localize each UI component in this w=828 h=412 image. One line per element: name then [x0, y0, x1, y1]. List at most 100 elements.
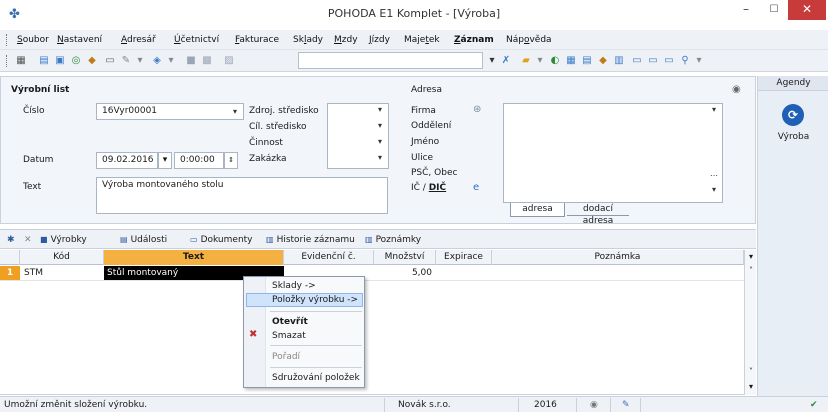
- internet-icon[interactable]: e: [473, 181, 487, 195]
- ctx-sdruzovani[interactable]: Sdružování položek: [272, 372, 360, 384]
- new-record-icon[interactable]: ▭: [103, 54, 117, 68]
- menu-nastaveni[interactable]: Nastavení: [57, 33, 102, 47]
- table-icon[interactable]: ▤: [580, 54, 594, 68]
- col-text[interactable]: Text: [104, 250, 284, 265]
- zoom-icon[interactable]: ◎: [69, 54, 83, 68]
- cell-mnozstvi[interactable]: 5,00: [374, 266, 432, 280]
- oddeleni-label: Oddělení: [411, 121, 452, 131]
- tab-dodaci-adresa[interactable]: dodací adresa: [567, 203, 629, 226]
- folder-icon[interactable]: ▰: [519, 54, 533, 68]
- agenda-item-vyroba[interactable]: Výroba: [758, 132, 828, 142]
- table-row[interactable]: 1 STM Stůl montovaný 5,00: [0, 266, 744, 281]
- dropdown-arrow-icon[interactable]: ▾: [485, 54, 499, 68]
- ctx-sklady[interactable]: Sklady ->: [272, 280, 316, 292]
- print-icon[interactable]: ▤: [37, 54, 51, 68]
- check-icon[interactable]: ✔: [810, 399, 818, 411]
- scroll-up-icon[interactable]: ˄: [746, 266, 756, 276]
- window-icon[interactable]: ▭: [630, 54, 644, 68]
- save-all-icon[interactable]: ▩: [200, 54, 214, 68]
- ctx-poradi[interactable]: Pořadí: [272, 351, 300, 363]
- ulice-label: Ulice: [411, 153, 434, 163]
- maximize-button[interactable]: ☐: [760, 1, 788, 21]
- menu-ucetnictvi[interactable]: Účetnictví: [174, 33, 219, 47]
- menu-sklady[interactable]: Sklady: [293, 33, 323, 47]
- menu-soubor[interactable]: Soubor: [17, 33, 49, 47]
- navigate-icon[interactable]: ◈: [150, 54, 164, 68]
- tab-dokumenty[interactable]: ▭ Dokumenty: [190, 234, 253, 246]
- help-icon[interactable]: ⚲: [678, 54, 692, 68]
- cell-poznamka[interactable]: [492, 266, 744, 280]
- tab-adresa[interactable]: adresa: [510, 203, 565, 217]
- menu-adresar[interactable]: Adresář: [121, 33, 156, 47]
- time-field[interactable]: 0:00:00: [174, 152, 224, 169]
- ctx-smazat[interactable]: Smazat: [272, 330, 306, 342]
- ellipsis-icon[interactable]: …: [709, 169, 719, 179]
- tab-udalosti[interactable]: ▤ Události: [120, 234, 167, 246]
- menu-fakturace[interactable]: Fakturace: [235, 33, 279, 47]
- toolbar-icon[interactable]: ▦: [14, 54, 28, 68]
- tab-poznamky[interactable]: ▥ Poznámky: [365, 234, 421, 246]
- tab-historie[interactable]: ▥ Historie záznamu: [266, 234, 355, 246]
- print-preview-icon[interactable]: ▣: [53, 54, 67, 68]
- time-spinner[interactable]: ⇕: [224, 152, 238, 169]
- filter-icon[interactable]: ✕: [24, 234, 32, 246]
- column-chooser-icon[interactable]: ▾: [746, 251, 756, 263]
- cislo-field[interactable]: 16Vyr00001: [96, 103, 244, 120]
- edit-icon[interactable]: ✎: [119, 54, 133, 68]
- minimize-button[interactable]: –: [732, 1, 760, 21]
- address-book-icon[interactable]: ⊛: [473, 103, 487, 117]
- report-icon[interactable]: ▥: [612, 54, 626, 68]
- save-icon[interactable]: ■: [184, 54, 198, 68]
- menu-jizdy[interactable]: Jízdy: [369, 33, 390, 47]
- ctx-otevrit[interactable]: Otevřít: [272, 316, 308, 328]
- menu-mzdy[interactable]: Mzdy: [334, 33, 358, 47]
- col-evidencni[interactable]: Evidenční č.: [284, 250, 374, 265]
- dropdown-arrow-icon[interactable]: ▾: [533, 54, 547, 68]
- col-kod[interactable]: Kód: [20, 250, 104, 265]
- settings-icon[interactable]: ◉: [732, 84, 744, 96]
- chevron-down-icon[interactable]: ▾: [375, 105, 385, 115]
- col-poznamka[interactable]: Poznámka: [492, 250, 744, 265]
- cell-expirace[interactable]: [436, 266, 492, 280]
- chevron-down-icon[interactable]: ▾: [375, 121, 385, 131]
- vyroba-icon[interactable]: ⟳: [782, 104, 804, 126]
- menu-napoveda[interactable]: Nápověda: [506, 33, 552, 47]
- dropdown-arrow-icon[interactable]: ▾: [164, 54, 178, 68]
- menu-majetek[interactable]: Majetek: [404, 33, 440, 47]
- text-field[interactable]: Výroba montovaného stolu: [96, 177, 388, 214]
- chevron-down-icon[interactable]: ▾: [709, 185, 719, 195]
- export-icon[interactable]: ◆: [85, 54, 99, 68]
- address-fields[interactable]: [503, 103, 723, 203]
- scroll-down-icon[interactable]: ˅: [746, 367, 756, 377]
- chevron-down-icon[interactable]: ▾: [375, 153, 385, 163]
- filter-clear-icon[interactable]: ✗: [499, 54, 513, 68]
- menu-zaznam[interactable]: Záznam: [454, 33, 494, 47]
- chevron-down-icon[interactable]: ▾: [375, 137, 385, 147]
- window-icon[interactable]: ▭: [662, 54, 676, 68]
- col-expirace[interactable]: Expirace: [436, 250, 492, 265]
- tab-vyrobky[interactable]: ■ Výrobky: [40, 234, 87, 246]
- users-icon[interactable]: ◆: [596, 54, 610, 68]
- edit-status-icon[interactable]: ✎: [622, 399, 630, 411]
- col-mnozstvi[interactable]: Množství: [374, 250, 436, 265]
- vertical-scrollbar[interactable]: ▾ ˄ ˅ ▾: [744, 250, 756, 395]
- row-number: 1: [0, 266, 20, 280]
- dropdown-arrow-icon[interactable]: ▾: [133, 54, 147, 68]
- cell-kod[interactable]: STM: [24, 266, 102, 280]
- refresh-icon[interactable]: ◐: [548, 54, 562, 68]
- calendar-icon[interactable]: ▦: [564, 54, 578, 68]
- date-picker-button[interactable]: ▾: [158, 152, 172, 169]
- datum-field[interactable]: 09.02.2016: [96, 152, 158, 169]
- menu-grip: [6, 34, 8, 46]
- chevron-down-icon[interactable]: ▾: [709, 105, 719, 115]
- toolbar-filter-field[interactable]: [298, 52, 483, 69]
- copy-icon[interactable]: ▨: [222, 54, 236, 68]
- ctx-polozky-vyrobku[interactable]: Položky výrobku ->: [272, 294, 358, 306]
- scroll-end-icon[interactable]: ▾: [746, 381, 756, 393]
- settings-status-icon[interactable]: ◉: [590, 399, 598, 411]
- close-button[interactable]: ✕: [788, 0, 826, 20]
- window-icon[interactable]: ▭: [646, 54, 660, 68]
- dropdown-arrow-icon[interactable]: ▾: [692, 54, 706, 68]
- asterisk-icon[interactable]: ✱: [7, 234, 15, 246]
- chevron-down-icon[interactable]: ▾: [230, 105, 240, 118]
